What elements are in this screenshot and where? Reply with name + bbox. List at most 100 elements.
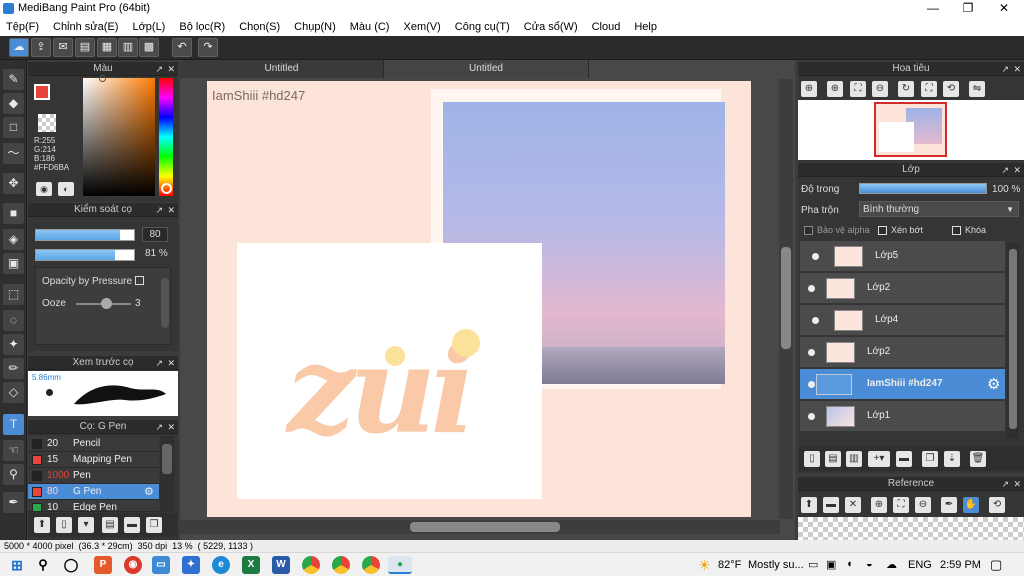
- close-icon[interactable]: ✕: [167, 420, 175, 434]
- tile-icon[interactable]: ▩: [139, 38, 159, 57]
- brush-list-scrollbar[interactable]: [160, 436, 174, 512]
- language-indicator[interactable]: ENG: [908, 559, 932, 571]
- add-brush-icon[interactable]: ⬆: [34, 517, 50, 533]
- popout-icon[interactable]: ↗: [155, 420, 163, 434]
- camera-icon[interactable]: ▣: [826, 558, 836, 571]
- new-brush-icon[interactable]: ▯: [56, 517, 72, 533]
- ref-hand-icon[interactable]: ✋: [963, 497, 979, 513]
- share-icon[interactable]: ▤: [75, 38, 95, 57]
- task-view-icon[interactable]: ◯: [62, 556, 80, 574]
- open-reference-icon[interactable]: ▬: [823, 497, 839, 513]
- eye-icon[interactable]: [812, 317, 819, 324]
- menu-layer[interactable]: Lớp(L): [132, 21, 165, 33]
- blend-mode-select[interactable]: Bình thường ▼: [859, 201, 1019, 217]
- duplicate-layer-icon[interactable]: ❐: [922, 451, 938, 467]
- eye-icon[interactable]: [808, 413, 815, 420]
- rect-select-tool-icon[interactable]: □: [3, 117, 24, 138]
- battery-icon[interactable]: ▭: [808, 558, 818, 571]
- eyedropper-tool-icon[interactable]: ⚲: [3, 464, 24, 485]
- menu-file[interactable]: Tệp(F): [6, 21, 39, 33]
- select-eraser-tool-icon[interactable]: ◇: [3, 382, 24, 403]
- fit-screen-icon[interactable]: ⛶: [921, 81, 937, 97]
- weather-temp[interactable]: 82°F: [718, 559, 741, 571]
- menu-cloud[interactable]: Cloud: [592, 21, 621, 33]
- excel-taskbar-icon[interactable]: X: [242, 556, 260, 574]
- brush-item[interactable]: 1000 Pen: [28, 468, 159, 484]
- brush-options-scrollbar[interactable]: [161, 278, 169, 328]
- comment-icon[interactable]: ✉: [53, 38, 73, 57]
- weather-text[interactable]: Mostly su...: [748, 559, 804, 571]
- menu-view[interactable]: Xem(V): [403, 21, 440, 33]
- new-layer-icon[interactable]: ▯: [804, 451, 820, 467]
- tab-untitled-1[interactable]: Untitled: [180, 60, 384, 78]
- transparent-color-swatch[interactable]: [38, 114, 56, 132]
- eye-icon[interactable]: [812, 253, 819, 260]
- layer-row[interactable]: Lớp1: [800, 401, 1005, 432]
- search-icon[interactable]: ⚲: [34, 556, 52, 574]
- opacity-pressure-checkbox[interactable]: [135, 276, 144, 285]
- text-tool-icon[interactable]: T: [3, 414, 24, 435]
- menu-filter[interactable]: Bộ lọc(R): [179, 21, 225, 33]
- gradient-tool-icon[interactable]: ▣: [3, 253, 24, 274]
- menu-select[interactable]: Chọn(S): [239, 21, 280, 33]
- color-mode-icon[interactable]: ◐: [58, 182, 74, 196]
- hue-handle[interactable]: [161, 183, 172, 194]
- chrome-taskbar-icon-3[interactable]: [362, 556, 380, 574]
- notification-icon[interactable]: ▢: [990, 557, 1002, 573]
- menu-edit[interactable]: Chỉnh sửa(E): [53, 21, 118, 33]
- tab-untitled-2[interactable]: Untitled: [384, 60, 589, 78]
- maximize-button[interactable]: ❐: [950, 0, 986, 17]
- eye-icon[interactable]: [808, 349, 815, 356]
- upload-reference-icon[interactable]: ⬆: [801, 497, 817, 513]
- foreground-color-swatch[interactable]: [34, 84, 50, 100]
- navigator-viewport[interactable]: [874, 102, 947, 157]
- document-icon[interactable]: ▦: [97, 38, 117, 57]
- zoom-in-icon[interactable]: ⊕: [801, 81, 817, 97]
- bluetooth-taskbar-icon[interactable]: ✦: [182, 556, 200, 574]
- new-layer-8bit-icon[interactable]: ▤: [825, 451, 841, 467]
- eye-icon[interactable]: [808, 285, 815, 292]
- layer-row[interactable]: Lớp5: [800, 241, 1005, 272]
- brush-item-selected[interactable]: 80 G Pen ⚙: [28, 484, 159, 500]
- menu-tools[interactable]: Công cụ(T): [455, 21, 510, 33]
- ref-rotate-icon[interactable]: ⟲: [989, 497, 1005, 513]
- lock-option[interactable]: Khóa: [952, 225, 986, 236]
- horizontal-scrollbar[interactable]: [180, 520, 780, 534]
- layer-list-scrollbar[interactable]: [1007, 243, 1019, 439]
- recorder-taskbar-icon[interactable]: ◉: [124, 556, 142, 574]
- chrome-taskbar-icon[interactable]: [302, 556, 320, 574]
- network-icon[interactable]: ◒: [866, 558, 873, 570]
- popout-icon[interactable]: ↗: [1001, 163, 1009, 177]
- protect-alpha-option[interactable]: Bảo vệ alpha: [804, 225, 870, 236]
- new-layer-1bit-icon[interactable]: ▥: [846, 451, 862, 467]
- close-reference-icon[interactable]: ✕: [845, 497, 861, 513]
- close-icon[interactable]: ✕: [1013, 477, 1021, 491]
- windows-start-icon[interactable]: ⊞: [8, 556, 26, 574]
- move-tool-icon[interactable]: ✥: [3, 173, 24, 194]
- brush-tool-icon[interactable]: ✎: [3, 69, 24, 90]
- close-icon[interactable]: ✕: [167, 203, 175, 217]
- zoom-in-alt-icon[interactable]: ⊕: [827, 81, 843, 97]
- hand-pen-tool-icon[interactable]: ✒: [3, 492, 24, 513]
- menu-window[interactable]: Cửa sổ(W): [524, 21, 578, 33]
- lasso-tool-icon[interactable]: ◌: [3, 310, 24, 331]
- brush-folder-icon[interactable]: ▬: [124, 517, 140, 533]
- clip-checkbox[interactable]: [878, 226, 887, 236]
- volume-icon[interactable]: ◖: [846, 558, 853, 570]
- fit-icon[interactable]: ⛶: [850, 81, 866, 97]
- word-taskbar-icon[interactable]: W: [272, 556, 290, 574]
- popout-icon[interactable]: ↗: [1001, 477, 1009, 491]
- close-icon[interactable]: ✕: [1013, 163, 1021, 177]
- brush-menu-icon[interactable]: ▾: [78, 517, 94, 533]
- vertical-scrollbar[interactable]: [779, 79, 793, 519]
- brush-settings-icon[interactable]: ▤: [102, 517, 118, 533]
- delete-layer-icon[interactable]: 🗑: [970, 451, 986, 467]
- color-saturation-box[interactable]: [83, 78, 155, 196]
- eye-icon[interactable]: [808, 381, 815, 388]
- select-pen-tool-icon[interactable]: ✏: [3, 358, 24, 379]
- menu-help[interactable]: Help: [634, 21, 657, 33]
- fill-rect-tool-icon[interactable]: ■: [3, 203, 24, 224]
- close-icon[interactable]: ✕: [167, 62, 175, 76]
- weather-icon[interactable]: ☀: [698, 557, 711, 574]
- layer-row-selected[interactable]: IamShiii #hd247 ⚙: [800, 369, 1005, 400]
